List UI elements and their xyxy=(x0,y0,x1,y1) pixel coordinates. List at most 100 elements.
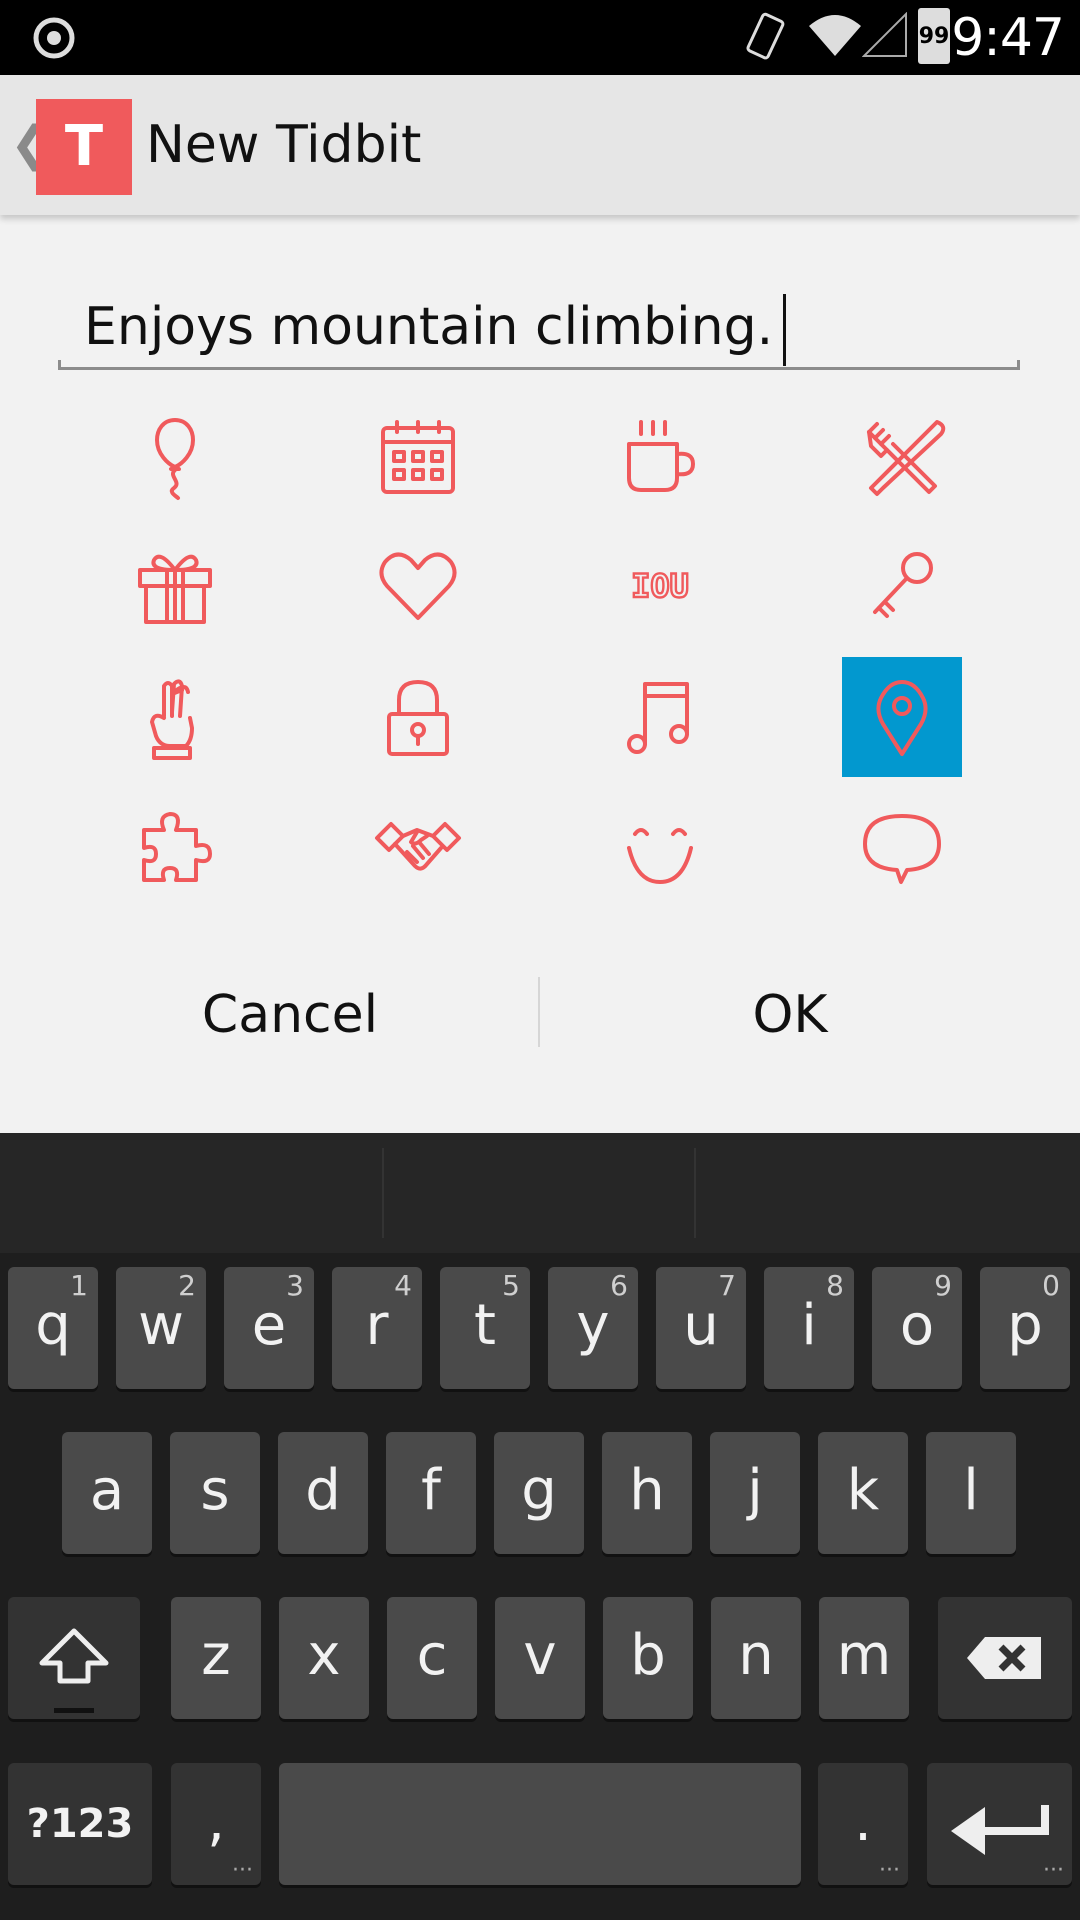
speech-bubble-icon xyxy=(863,814,941,884)
soft-keyboard: q1w2e3r4t5y6u7i8o9p0asdfghjklzxcvbnm ?12… xyxy=(0,1133,1080,1920)
key-q[interactable]: q1 xyxy=(8,1267,98,1389)
key-number-hint: 8 xyxy=(826,1269,844,1302)
key-r[interactable]: r4 xyxy=(332,1267,422,1389)
icon-option-calendar[interactable] xyxy=(358,397,478,517)
icon-option-location[interactable] xyxy=(842,657,962,777)
key-j[interactable]: j xyxy=(710,1432,800,1554)
icon-option-gift[interactable] xyxy=(115,525,235,645)
key-z[interactable]: z xyxy=(171,1597,261,1719)
space-key[interactable] xyxy=(279,1763,801,1885)
key-number-hint: 3 xyxy=(286,1269,304,1302)
icon-option-coffee[interactable] xyxy=(600,397,720,517)
suggestion-divider xyxy=(694,1148,696,1238)
backspace-icon xyxy=(967,1637,1041,1679)
key-label: n xyxy=(738,1623,774,1688)
key-label: l xyxy=(963,1458,979,1523)
key-label: k xyxy=(846,1458,880,1523)
icon-option-lock[interactable] xyxy=(358,657,478,777)
heart-icon xyxy=(379,552,457,620)
tidbit-text: Enjoys mountain climbing. xyxy=(84,297,774,357)
key-p[interactable]: p0 xyxy=(980,1267,1070,1389)
icon-option-reminder[interactable] xyxy=(115,657,235,777)
key-number-hint: 9 xyxy=(934,1269,952,1302)
backspace-key[interactable] xyxy=(938,1597,1072,1719)
handshake-icon xyxy=(375,822,461,871)
key-k[interactable]: k xyxy=(818,1432,908,1554)
key-label: x xyxy=(307,1623,341,1688)
action-bar: ❮ T New Tidbit xyxy=(0,75,1080,215)
key-label: q xyxy=(35,1293,71,1358)
key-m[interactable]: m xyxy=(819,1597,909,1719)
signal-icon xyxy=(862,12,907,57)
key-label: p xyxy=(1007,1293,1043,1358)
key-o[interactable]: o9 xyxy=(872,1267,962,1389)
enter-key[interactable]: ··· xyxy=(927,1763,1072,1885)
key-label: c xyxy=(416,1623,448,1688)
lock-icon xyxy=(387,680,449,756)
icon-option-music[interactable] xyxy=(600,657,720,777)
text-cursor xyxy=(783,294,787,366)
puzzle-icon xyxy=(142,812,212,882)
icon-option-puzzle[interactable] xyxy=(115,787,235,907)
icon-option-chat[interactable] xyxy=(842,787,962,907)
smile-icon xyxy=(627,828,693,884)
key-label: b xyxy=(630,1623,666,1688)
icon-option-iou[interactable]: IOU xyxy=(600,525,720,645)
key-n[interactable]: n xyxy=(711,1597,801,1719)
comma-key[interactable]: , ··· xyxy=(171,1763,261,1885)
key-w[interactable]: w2 xyxy=(116,1267,206,1389)
key-a[interactable]: a xyxy=(62,1432,152,1554)
key-g[interactable]: g xyxy=(494,1432,584,1554)
key-label: s xyxy=(200,1458,230,1523)
key-t[interactable]: t5 xyxy=(440,1267,530,1389)
shift-key[interactable] xyxy=(8,1597,140,1719)
icon-option-balloon[interactable] xyxy=(115,397,235,517)
iou-icon: IOU xyxy=(630,566,690,606)
logo-letter: T xyxy=(64,114,104,179)
more-dots: ··· xyxy=(232,1858,253,1883)
icon-option-dining[interactable] xyxy=(842,397,962,517)
tidbit-text-value: Enjoys mountain climbing. xyxy=(84,294,787,366)
key-c[interactable]: c xyxy=(387,1597,477,1719)
key-x[interactable]: x xyxy=(279,1597,369,1719)
vibrate-icon xyxy=(746,12,785,60)
icon-option-heart[interactable] xyxy=(358,525,478,645)
music-note-icon xyxy=(627,682,689,754)
symbols-key[interactable]: ?123 xyxy=(8,1763,152,1885)
app-logo[interactable]: T xyxy=(36,99,132,195)
key-b[interactable]: b xyxy=(603,1597,693,1719)
icon-option-smile[interactable] xyxy=(600,787,720,907)
key-e[interactable]: e3 xyxy=(224,1267,314,1389)
key-h[interactable]: h xyxy=(602,1432,692,1554)
tidbit-text-field[interactable]: Enjoys mountain climbing. xyxy=(58,280,1020,370)
key-label: z xyxy=(201,1623,231,1688)
key-y[interactable]: y6 xyxy=(548,1267,638,1389)
key-label: d xyxy=(305,1458,341,1523)
clock: 9:47 xyxy=(951,8,1065,68)
key-d[interactable]: d xyxy=(278,1432,368,1554)
fork-knife-icon xyxy=(867,420,946,496)
cancel-button[interactable]: Cancel xyxy=(40,975,540,1055)
suggestion-divider xyxy=(382,1148,384,1238)
key-label: y xyxy=(576,1293,610,1358)
suggestion-strip xyxy=(0,1133,1080,1253)
key-number-hint: 1 xyxy=(70,1269,88,1302)
status-bar: 99 9:47 xyxy=(0,0,1080,75)
period-key-label: . xyxy=(854,1789,872,1854)
symbols-key-label: ?123 xyxy=(26,1801,134,1847)
key-f[interactable]: f xyxy=(386,1432,476,1554)
icon-option-handshake[interactable] xyxy=(358,787,478,907)
key-label: w xyxy=(138,1293,184,1358)
key-label: a xyxy=(89,1458,125,1523)
period-key[interactable]: . ··· xyxy=(818,1763,908,1885)
field-underline xyxy=(58,360,1020,370)
ok-button[interactable]: OK xyxy=(540,975,1040,1055)
key-s[interactable]: s xyxy=(170,1432,260,1554)
key-u[interactable]: u7 xyxy=(656,1267,746,1389)
key-l[interactable]: l xyxy=(926,1432,1016,1554)
key-v[interactable]: v xyxy=(495,1597,585,1719)
key-i[interactable]: i8 xyxy=(764,1267,854,1389)
sync-icon xyxy=(33,17,75,59)
shift-indicator xyxy=(54,1708,94,1713)
icon-option-key[interactable] xyxy=(842,525,962,645)
